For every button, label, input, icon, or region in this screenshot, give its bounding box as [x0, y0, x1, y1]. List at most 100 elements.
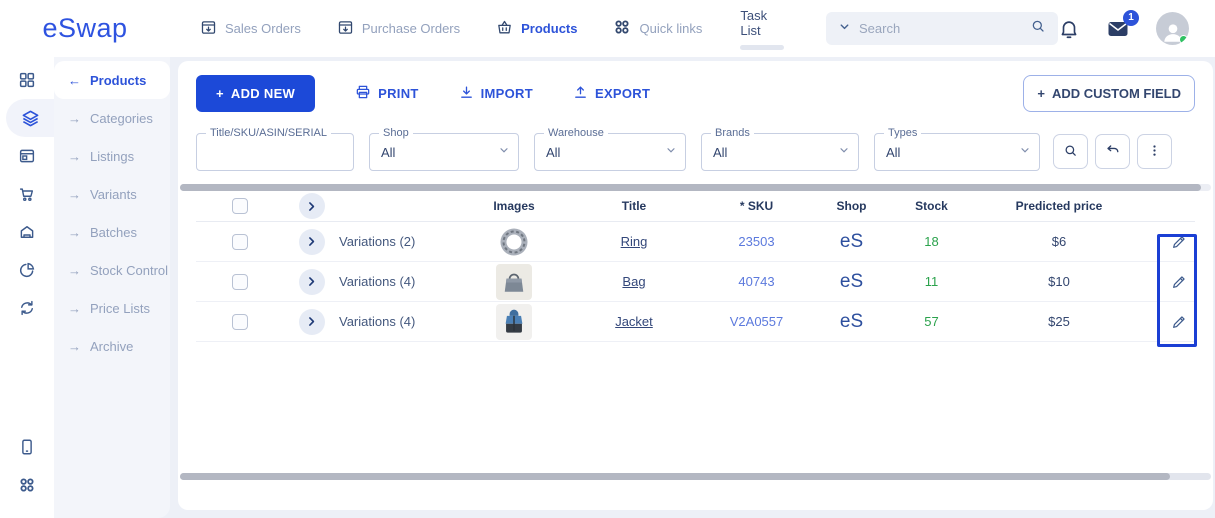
- arrow-right-icon: →: [68, 187, 81, 202]
- export-button[interactable]: EXPORT: [573, 85, 650, 103]
- plus-icon: +: [1037, 86, 1045, 101]
- scrollbar-thumb[interactable]: [180, 184, 1201, 191]
- col-header-stock[interactable]: Stock: [899, 199, 964, 213]
- apps-grid-icon[interactable]: [0, 466, 54, 504]
- col-header-shop[interactable]: Shop: [804, 199, 899, 213]
- stock-value: 18: [924, 234, 938, 249]
- product-image-bag[interactable]: [496, 264, 532, 300]
- batches-icon[interactable]: [0, 213, 54, 251]
- expand-row-button[interactable]: [299, 229, 325, 255]
- select-all-checkbox[interactable]: [232, 198, 248, 214]
- sidebar-item-stock-control[interactable]: →Stock Control: [54, 251, 170, 289]
- table-empty-space: [196, 342, 1195, 460]
- global-search[interactable]: [826, 12, 1058, 45]
- shop-eswap-mark: eS: [840, 231, 863, 253]
- edit-pencil-icon[interactable]: [1171, 274, 1187, 290]
- products-card: + ADD NEW PRINT IMPORT EXPORT + ADD: [178, 61, 1213, 510]
- row-checkbox[interactable]: [232, 274, 248, 290]
- stock-value: 57: [924, 314, 938, 329]
- product-image-ring[interactable]: [496, 224, 532, 260]
- title-sku-filter-input[interactable]: [208, 145, 345, 160]
- more-options-button[interactable]: [1137, 134, 1172, 169]
- nav-label: Sales Orders: [225, 21, 301, 36]
- sidebar-item-label: Variants: [90, 187, 137, 202]
- product-sku-link[interactable]: V2A0557: [730, 314, 784, 329]
- sidebar-item-price-lists[interactable]: →Price Lists: [54, 289, 170, 327]
- expand-row-button[interactable]: [299, 309, 325, 335]
- add-new-button[interactable]: + ADD NEW: [196, 75, 315, 112]
- nav-products[interactable]: Products: [496, 19, 577, 39]
- product-title-link[interactable]: Ring: [621, 234, 648, 249]
- sidebar-menu: ← Products →Categories →Listings → Variant…: [54, 57, 170, 518]
- reset-filters-button[interactable]: [1095, 134, 1130, 169]
- sidebar-item-variants[interactable]: → Variants: [54, 175, 170, 213]
- product-title-link[interactable]: Jacket: [615, 314, 653, 329]
- tablet-icon[interactable]: [0, 428, 54, 466]
- eswap-logo[interactable]: eSwap: [42, 13, 127, 43]
- variations-label: Variations (4): [339, 314, 415, 329]
- shop-filter-select[interactable]: Shop All: [369, 133, 519, 171]
- sidebar-item-listings[interactable]: →Listings: [54, 137, 170, 175]
- apply-search-button[interactable]: [1053, 134, 1088, 169]
- toolbar: + ADD NEW PRINT IMPORT EXPORT + ADD: [196, 75, 1195, 112]
- chevron-down-icon[interactable]: [838, 20, 851, 38]
- types-filter-select[interactable]: Types All: [874, 133, 1040, 171]
- col-header-sku[interactable]: * SKU: [709, 199, 804, 213]
- online-status-dot: [1179, 35, 1188, 44]
- row-checkbox[interactable]: [232, 314, 248, 330]
- expand-all-button[interactable]: [299, 193, 325, 219]
- cart-icon[interactable]: [0, 175, 54, 213]
- col-header-images[interactable]: Images: [469, 199, 559, 213]
- search-input[interactable]: [859, 21, 1022, 36]
- col-header-title[interactable]: Title: [559, 199, 709, 213]
- refresh-icon[interactable]: [0, 289, 54, 327]
- brands-filter-select[interactable]: Brands All: [701, 133, 859, 171]
- top-nav: Sales Orders Purchase Orders Products Qu…: [200, 18, 702, 39]
- purchase-orders-icon: [337, 19, 354, 39]
- product-sku-link[interactable]: 40743: [738, 274, 774, 289]
- nav-purchase-orders[interactable]: Purchase Orders: [337, 19, 460, 39]
- stock-value: 11: [925, 274, 939, 289]
- nav-quick-links[interactable]: Quick links: [613, 18, 702, 39]
- product-title-link[interactable]: Bag: [622, 274, 645, 289]
- upload-icon: [573, 85, 588, 103]
- filter-label: Warehouse: [544, 127, 608, 139]
- warehouse-filter-select[interactable]: Warehouse All: [534, 133, 686, 171]
- edit-pencil-icon[interactable]: [1171, 234, 1187, 250]
- nav-label: Products: [521, 21, 577, 36]
- edit-pencil-icon[interactable]: [1171, 314, 1187, 330]
- add-custom-field-button[interactable]: + ADD CUSTOM FIELD: [1023, 75, 1195, 112]
- arrow-left-icon: ←: [68, 73, 81, 88]
- search-icon[interactable]: [1030, 18, 1046, 39]
- product-sku-link[interactable]: 23503: [738, 234, 774, 249]
- expand-row-button[interactable]: [299, 269, 325, 295]
- pie-chart-icon[interactable]: [0, 251, 54, 289]
- sidebar-item-batches[interactable]: →Batches: [54, 213, 170, 251]
- print-button[interactable]: PRINT: [355, 84, 419, 103]
- export-label: EXPORT: [595, 86, 650, 101]
- import-button[interactable]: IMPORT: [459, 85, 533, 103]
- messages-icon[interactable]: 1: [1106, 17, 1130, 41]
- filter-label: Brands: [711, 127, 754, 139]
- selected-value: All: [713, 145, 838, 160]
- shop-eswap-mark: eS: [840, 311, 863, 333]
- sidebar-item-categories[interactable]: →Categories: [54, 99, 170, 137]
- col-header-price[interactable]: Predicted price: [964, 199, 1154, 213]
- title-sku-filter-field[interactable]: Title/SKU/ASIN/SERIAL: [196, 133, 354, 171]
- scrollbar-thumb[interactable]: [180, 473, 1170, 480]
- layers-icon[interactable]: [6, 99, 54, 137]
- user-avatar[interactable]: [1156, 12, 1189, 45]
- grid-icon[interactable]: [0, 61, 54, 99]
- notifications-bell-icon[interactable]: [1058, 18, 1080, 40]
- product-image-jacket[interactable]: [496, 304, 532, 340]
- row-checkbox[interactable]: [232, 234, 248, 250]
- listings-icon[interactable]: [0, 137, 54, 175]
- sidebar-item-archive[interactable]: →Archive: [54, 327, 170, 365]
- task-list-widget[interactable]: Task List: [740, 8, 784, 50]
- dots-vertical-icon: [1147, 143, 1162, 161]
- sidebar-item-products[interactable]: ← Products: [54, 61, 170, 99]
- nav-sales-orders[interactable]: Sales Orders: [200, 19, 301, 39]
- table-row: Variations (4) Bag 40743 eS 11 $10: [196, 262, 1195, 302]
- app-shell: ← Products →Categories →Listings → Variant…: [0, 57, 1215, 518]
- sidebar-item-label: Products: [90, 73, 146, 88]
